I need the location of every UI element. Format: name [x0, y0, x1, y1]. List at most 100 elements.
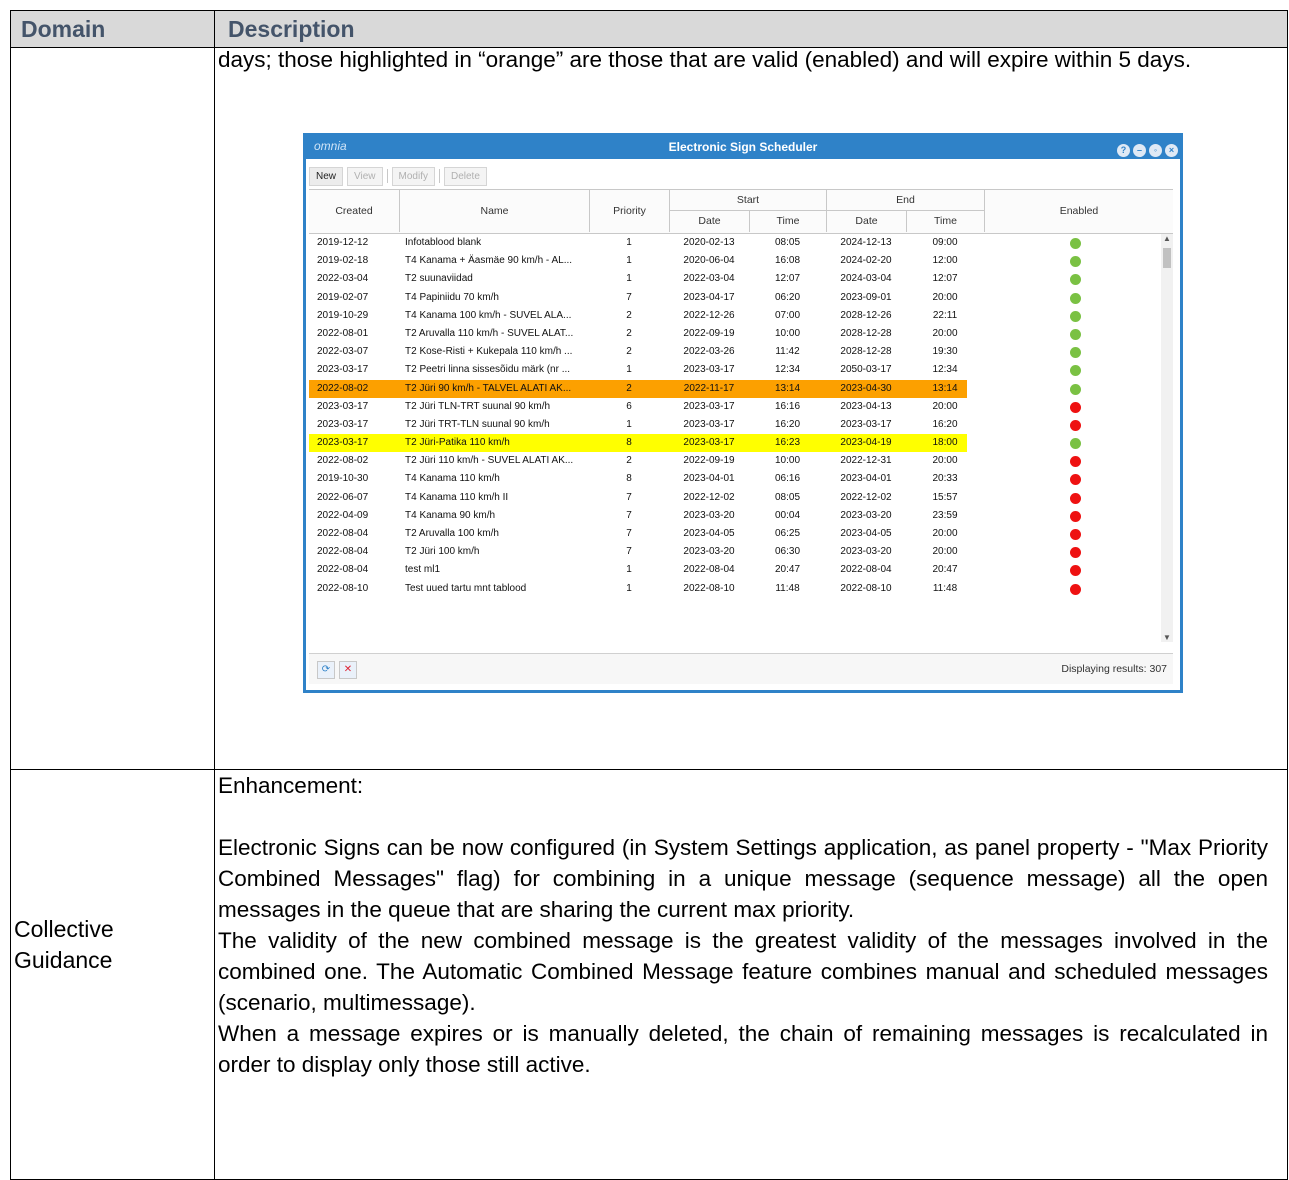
- collective-guidance-text: Enhancement: Electronic Signs can be now…: [218, 770, 1268, 1080]
- scroll-up-icon[interactable]: ▲: [1163, 234, 1171, 243]
- cell-priority: 7: [626, 291, 632, 303]
- table-row[interactable]: 2022-08-04 T2 Jüri 100 km/h 7 2023-03-20 06:…: [309, 543, 1161, 561]
- restore-icon[interactable]: ◦: [1149, 144, 1162, 157]
- cell-etime: 15:57: [932, 491, 958, 503]
- table-row[interactable]: 2022-08-02 T2 Jüri 110 km/h - SUVEL ALATI…: [309, 452, 1161, 470]
- cell-name: T2 Jüri TLN-TRT suunal 90 km/h: [405, 400, 551, 412]
- table-row[interactable]: 2022-04-09 T4 Kanama 90 km/h 7 2023-03-20 00…: [309, 507, 1161, 525]
- cell-sdate: 2022-09-19: [683, 455, 735, 467]
- cell-stime: 10:00: [774, 327, 801, 339]
- cell-edate: 2022-08-10: [840, 582, 892, 594]
- table-row[interactable]: 2019-10-29 T4 Kanama 100 km/h - SUVEL ALA…: [309, 307, 1161, 325]
- header-domain: Domain: [21, 16, 106, 42]
- table-row[interactable]: 2019-02-18 T4 Kanama + Äasmäe 90 km/h - A…: [309, 252, 1161, 270]
- cell-etime: 13:14: [932, 382, 958, 394]
- col-priority[interactable]: Priority: [589, 190, 669, 232]
- refresh-icon[interactable]: ⟳: [317, 661, 335, 679]
- cell-edate: 2023-03-20: [840, 509, 892, 521]
- status-dot-red: [1070, 565, 1081, 577]
- cell-etime: 20:33: [932, 473, 958, 485]
- cell-edate: 2023-03-20: [840, 546, 892, 558]
- delete-button[interactable]: Delete: [443, 167, 487, 186]
- results-count: Displaying results: 307: [1061, 663, 1167, 675]
- grid-header: Created Name Priority Start Date Time En…: [309, 189, 1173, 234]
- cell-sdate: 2022-03-26: [683, 346, 735, 358]
- col-end-time[interactable]: Time: [906, 211, 984, 232]
- scrollbar-thumb[interactable]: [1163, 248, 1171, 268]
- status-dot-red: [1070, 401, 1081, 413]
- cell-name: T4 Kanama 100 km/h - SUVEL ALA...: [405, 309, 572, 321]
- cell-name: T4 Kanama 90 km/h: [405, 509, 496, 521]
- new-button[interactable]: New: [309, 167, 344, 186]
- cell-priority: 1: [626, 237, 632, 248]
- clear-filter-icon[interactable]: ✕: [339, 661, 357, 679]
- cell-created: 2023-03-17: [317, 418, 369, 430]
- cell-sdate: 2023-03-17: [683, 437, 735, 449]
- col-start-time[interactable]: Time: [749, 211, 826, 232]
- cell-etime: 20:47: [932, 564, 958, 576]
- table-row[interactable]: 2023-03-17 T2 Jüri-Patika 110 km/h 8 2023-0…: [309, 434, 1161, 453]
- cell-etime: 22:11: [932, 309, 958, 321]
- cell-created: 2022-08-02: [317, 455, 369, 467]
- cell-name: T4 Kanama 110 km/h: [405, 473, 500, 485]
- status-dot-green: [1070, 310, 1081, 322]
- close-icon[interactable]: ×: [1165, 144, 1178, 157]
- cell-edate: 2024-02-20: [840, 255, 892, 267]
- help-icon[interactable]: ?: [1117, 144, 1130, 157]
- scheduler-window: omnia Electronic Sign Scheduler ? – ◦ × New…: [303, 133, 1183, 693]
- cell-created: 2022-04-09: [317, 509, 369, 521]
- status-dot-green: [1070, 365, 1081, 377]
- table-row[interactable]: 2019-10-30 T4 Kanama 110 km/h 8 2023-04-01 0…: [309, 470, 1161, 488]
- cell-etime: 12:34: [932, 364, 958, 376]
- view-button[interactable]: View: [347, 167, 383, 186]
- modify-button[interactable]: Modify: [391, 167, 435, 186]
- minimize-icon[interactable]: –: [1133, 144, 1146, 157]
- scroll-down-icon[interactable]: ▼: [1163, 633, 1171, 642]
- col-created[interactable]: Created: [309, 190, 399, 232]
- table-row[interactable]: 2019-12-12 Infotablood blank 1 2020-02-13 08…: [309, 234, 1161, 252]
- cell-name: test ml1: [405, 564, 441, 576]
- status-dot-green: [1070, 238, 1081, 249]
- toolbar-separator: [386, 169, 388, 184]
- cell-name: T2 Kose-Risti + Kukepala 110 km/h ...: [405, 346, 573, 358]
- col-name[interactable]: Name: [399, 190, 589, 232]
- cell-stime: 08:05: [774, 491, 801, 503]
- status-dot-red: [1070, 529, 1081, 540]
- col-start: Start: [669, 190, 826, 211]
- vertical-scrollbar[interactable]: ▲ ▼: [1161, 234, 1173, 642]
- col-enabled[interactable]: Enabled: [984, 190, 1173, 232]
- cell-created: 2022-08-01: [317, 327, 369, 339]
- table-row[interactable]: 2023-03-17 T2 Jüri TRT-TLN suunal 90 km/h…: [309, 416, 1161, 434]
- cell-name: T2 suunaviidad: [405, 273, 473, 285]
- cell-stime: 08:05: [774, 237, 801, 248]
- grid-rows: 2019-12-12 Infotablood blank 1 2020-02-13 08…: [309, 234, 1161, 598]
- col-end-date[interactable]: Date: [826, 211, 906, 232]
- cell-edate: 2023-03-17: [840, 418, 892, 430]
- cell-name: T4 Kanama 110 km/h II: [405, 491, 509, 503]
- table-row[interactable]: 2023-03-17 T2 Jüri TLN-TRT suunal 90 km/h…: [309, 398, 1161, 416]
- table-row[interactable]: 2022-06-07 T4 Kanama 110 km/h II 7 2022-12-…: [309, 489, 1161, 507]
- paragraph: The validity of the new combined message…: [218, 928, 1268, 1015]
- cell-sdate: 2023-03-20: [683, 546, 735, 558]
- cell-priority: 2: [626, 327, 632, 339]
- table-row[interactable]: 2022-03-07 T2 Kose-Risti + Kukepala 110 k…: [309, 343, 1161, 361]
- table-row[interactable]: 2023-03-17 T2 Peetri linna sissesõidu mär…: [309, 361, 1161, 379]
- cell-priority: 8: [626, 473, 632, 485]
- cell-etime: 20:00: [932, 546, 958, 558]
- table-row[interactable]: 2022-08-01 T2 Aruvalla 110 km/h - SUVEL A…: [309, 325, 1161, 343]
- cell-priority: 7: [626, 528, 632, 539]
- cell-stime: 20:47: [774, 564, 801, 576]
- table-row[interactable]: 2019-02-07 T4 Papiniidu 70 km/h 7 2023-04-1…: [309, 289, 1161, 307]
- cell-edate: 2028-12-26: [840, 309, 892, 321]
- col-start-date[interactable]: Date: [669, 211, 749, 232]
- table-row[interactable]: 2022-08-04 test ml1 1 2022-08-04 20:47 2022-0…: [309, 561, 1161, 579]
- table-row[interactable]: 2022-08-04 T2 Aruvalla 100 km/h 7 2023-04-0…: [309, 525, 1161, 543]
- cell-sdate: 2020-02-13: [683, 237, 735, 248]
- table-row[interactable]: 2022-03-04 T2 suunaviidad 1 2022-03-04 12:07…: [309, 270, 1161, 288]
- cell-sdate: 2023-03-20: [683, 509, 735, 521]
- cell-edate: 2028-12-28: [840, 327, 892, 339]
- toolbar: New View Modify Delete: [309, 167, 491, 186]
- cell-etime: 09:00: [932, 237, 958, 248]
- table-row[interactable]: 2022-08-10 Test uued tartu mnt tablood 1 20…: [309, 580, 1161, 598]
- table-row[interactable]: 2022-08-02 T2 Jüri 90 km/h - TALVEL ALATI…: [309, 379, 1161, 398]
